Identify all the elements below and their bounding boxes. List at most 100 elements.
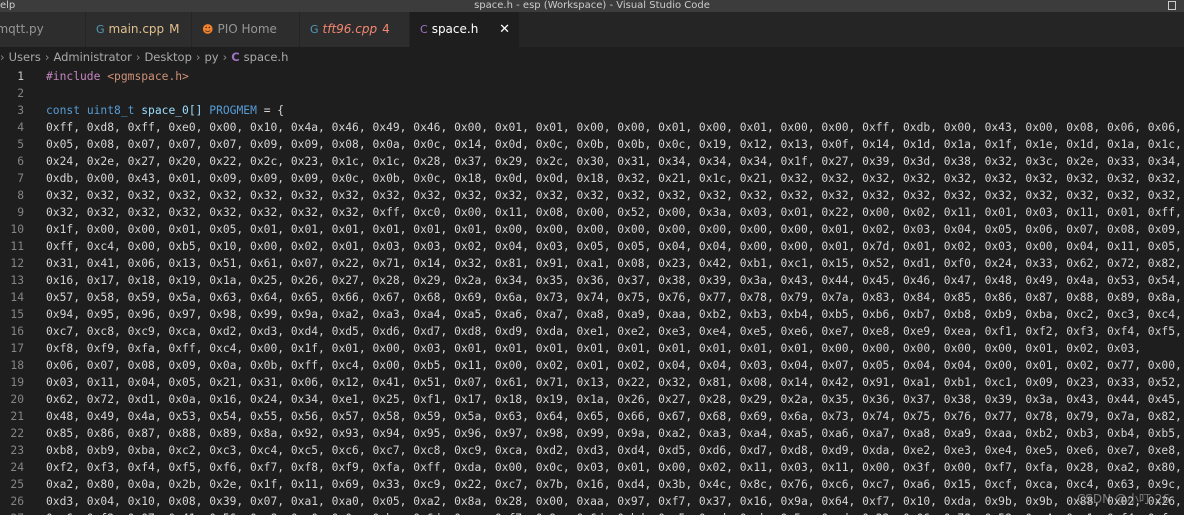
code-line: 18 0x06, 0x07, 0x08, 0x09, 0x0a, 0x0b, 0x… [0, 357, 1184, 374]
chevron-right-icon: › [195, 50, 201, 64]
code-text: 0x16, 0x17, 0x18, 0x19, 0x1a, 0x25, 0x26… [46, 274, 1182, 287]
line-number: 21 [10, 410, 24, 423]
breadcrumb: › Users › Administrator › Desktop › py › Cspace.h [0, 47, 1184, 67]
cpp-file-icon: G [96, 23, 105, 36]
code-text: 0xb8, 0xb9, 0xba, 0xc2, 0xc3, 0xc4, 0xc5… [46, 444, 1182, 457]
code-line: 22 0x85, 0x86, 0x87, 0x88, 0x89, 0x8a, 0x… [0, 425, 1184, 442]
chevron-right-icon: › [0, 50, 5, 64]
code-line: 23 0xb8, 0xb9, 0xba, 0xc2, 0xc3, 0xc4, 0x… [0, 442, 1184, 459]
line-number: 17 [10, 342, 24, 355]
tab-main-cpp[interactable]: Gmain.cpp M [86, 12, 192, 47]
code-line: 6 0x24, 0x2e, 0x27, 0x20, 0x22, 0x2c, 0x2… [0, 153, 1184, 170]
line-number: 6 [17, 155, 24, 168]
window-title: space.h - esp (Workspace) - Visual Studi… [474, 0, 710, 11]
line-number: 2 [17, 87, 24, 100]
code-line: 27 0xc6, 0xf2, 0x07, 0x41, 0x56, 0xe8, 0x… [0, 510, 1184, 515]
breadcrumb-item[interactable]: Administrator [53, 50, 131, 64]
line-number: 19 [10, 376, 24, 389]
code-text: 0xff, 0xd8, 0xff, 0xe0, 0x00, 0x10, 0x4a… [46, 121, 1182, 134]
editor-tab-bar: ◆mqtt.py Gmain.cpp M ☻PIO Home Gtft96.cpp 4 Cs… [0, 12, 1184, 47]
code-text: const uint8_t space_0[] PROGMEM = { [46, 104, 285, 117]
code-text: 0x03, 0x11, 0x04, 0x05, 0x21, 0x31, 0x06… [46, 376, 1182, 389]
line-number: 12 [10, 257, 24, 270]
code-text: 0x24, 0x2e, 0x27, 0x20, 0x22, 0x2c, 0x23… [46, 155, 1182, 168]
code-line: 12 0x31, 0x41, 0x06, 0x13, 0x51, 0x61, 0x… [0, 255, 1184, 272]
code-line: 20 0x62, 0x72, 0xd1, 0x0a, 0x16, 0x24, 0x… [0, 391, 1184, 408]
code-text: 0x32, 0x32, 0x32, 0x32, 0x32, 0x32, 0x32… [46, 189, 1182, 202]
platformio-icon: ☻ [202, 23, 214, 36]
line-number: 26 [10, 495, 24, 508]
code-line: 7 0xdb, 0x00, 0x43, 0x01, 0x09, 0x09, 0x0… [0, 170, 1184, 187]
code-line: 14 0x57, 0x58, 0x59, 0x5a, 0x63, 0x64, 0x… [0, 289, 1184, 306]
line-number: 24 [10, 461, 24, 474]
line-number: 7 [17, 172, 24, 185]
code-text: 0x05, 0x08, 0x07, 0x07, 0x07, 0x09, 0x09… [46, 138, 1182, 151]
tab-label: tft96.cpp [322, 22, 378, 36]
code-line: 1 #include <pgmspace.h> [0, 68, 1184, 85]
maximize-icon[interactable] [1168, 1, 1176, 10]
code-text: 0xc7, 0xc8, 0xc9, 0xca, 0xd2, 0xd3, 0xd4… [46, 325, 1182, 338]
breadcrumb-item[interactable]: py [205, 50, 219, 64]
line-number: 25 [10, 478, 24, 491]
line-number: 4 [17, 121, 24, 134]
code-line: 21 0x48, 0x49, 0x4a, 0x53, 0x54, 0x55, 0x… [0, 408, 1184, 425]
watermark: CSDN @小叮 26 [1076, 492, 1170, 506]
code-line: 24 0xf2, 0xf3, 0xf4, 0xf5, 0xf6, 0xf7, 0x… [0, 459, 1184, 476]
breadcrumb-item[interactable]: space.h [244, 50, 289, 64]
line-number: 10 [10, 223, 24, 236]
code-text: 0xc6, 0xf2, 0x07, 0x41, 0x56, 0xe8, 0xa0… [46, 510, 1168, 515]
code-text: 0x31, 0x41, 0x06, 0x13, 0x51, 0x61, 0x07… [46, 257, 1182, 270]
c-header-icon: C [231, 50, 240, 64]
code-line: 16 0xc7, 0xc8, 0xc9, 0xca, 0xd2, 0xd3, 0x… [0, 323, 1184, 340]
code-text: 0x94, 0x95, 0x96, 0x97, 0x98, 0x99, 0x9a… [46, 308, 1182, 321]
cpp-file-icon: G [310, 23, 319, 36]
code-line: 15 0x94, 0x95, 0x96, 0x97, 0x98, 0x99, 0x… [0, 306, 1184, 323]
code-editor[interactable]: 1 #include <pgmspace.h> 2 3 const uint8_t sp… [0, 67, 1184, 515]
breadcrumb-item[interactable]: Users [9, 50, 41, 64]
line-number: 27 [0, 510, 24, 515]
tab-mqtt-py[interactable]: ◆mqtt.py [0, 12, 86, 47]
line-number: 3 [17, 104, 24, 117]
code-text: 0xd3, 0x04, 0x10, 0x08, 0x39, 0x07, 0xa1… [46, 495, 1182, 508]
code-line: 5 0x05, 0x08, 0x07, 0x07, 0x07, 0x09, 0x0… [0, 136, 1184, 153]
code-text: 0x1f, 0x00, 0x00, 0x01, 0x05, 0x01, 0x01… [46, 223, 1182, 236]
code-text: 0xf2, 0xf3, 0xf4, 0xf5, 0xf6, 0xf7, 0xf8… [46, 461, 1182, 474]
code-line: 3 const uint8_t space_0[] PROGMEM = { [0, 102, 1184, 119]
line-number: 16 [10, 325, 24, 338]
tab-label: space.h [431, 22, 479, 36]
chevron-right-icon: › [44, 50, 50, 64]
line-number: 8 [17, 189, 24, 202]
line-number: 5 [17, 138, 24, 151]
tab-modified-badge: M [169, 22, 180, 36]
tab-label: PIO Home [217, 22, 277, 36]
line-number: 14 [10, 291, 24, 304]
code-line: 8 0x32, 0x32, 0x32, 0x32, 0x32, 0x32, 0x3… [0, 187, 1184, 204]
title-bar: elp space.h - esp (Workspace) - Visual S… [0, 0, 1184, 12]
line-number: 11 [10, 240, 24, 253]
tab-tft96-cpp[interactable]: Gtft96.cpp 4 [300, 12, 410, 47]
line-number: 22 [10, 427, 24, 440]
line-number: 1 [17, 70, 24, 83]
tab-label: main.cpp [108, 22, 165, 36]
tab-label: mqtt.py [0, 22, 44, 36]
tab-pio-home[interactable]: ☻ PIO Home [192, 12, 300, 47]
line-number: 15 [10, 308, 24, 321]
code-text: 0x06, 0x07, 0x08, 0x09, 0x0a, 0x0b, 0xff… [46, 359, 1182, 372]
code-line: 19 0x03, 0x11, 0x04, 0x05, 0x21, 0x31, 0x… [0, 374, 1184, 391]
code-line: 11 0xff, 0xc4, 0x00, 0xb5, 0x10, 0x00, 0x… [0, 238, 1184, 255]
c-header-icon: C [420, 23, 428, 36]
code-text: 0x32, 0x32, 0x32, 0x32, 0x32, 0x32, 0x32… [46, 206, 1182, 219]
code-line: 17 0xf8, 0xf9, 0xfa, 0xff, 0xc4, 0x00, 0x… [0, 340, 1184, 357]
code-text: #include <pgmspace.h> [46, 70, 189, 83]
tab-space-h[interactable]: Cspace.h ✕ [410, 12, 520, 47]
code-line: 2 [0, 85, 1184, 102]
code-text: 0x62, 0x72, 0xd1, 0x0a, 0x16, 0x24, 0x34… [46, 393, 1182, 406]
close-icon[interactable]: ✕ [499, 12, 510, 47]
tab-modified-badge: 4 [382, 22, 390, 36]
code-line: 13 0x16, 0x17, 0x18, 0x19, 0x1a, 0x25, 0x… [0, 272, 1184, 289]
breadcrumb-item[interactable]: Desktop [144, 50, 191, 64]
line-number: 20 [10, 393, 24, 406]
code-text: 0xff, 0xc4, 0x00, 0xb5, 0x10, 0x00, 0x02… [46, 240, 1182, 253]
code-line: 9 0x32, 0x32, 0x32, 0x32, 0x32, 0x32, 0x3… [0, 204, 1184, 221]
chevron-right-icon: › [222, 50, 228, 64]
